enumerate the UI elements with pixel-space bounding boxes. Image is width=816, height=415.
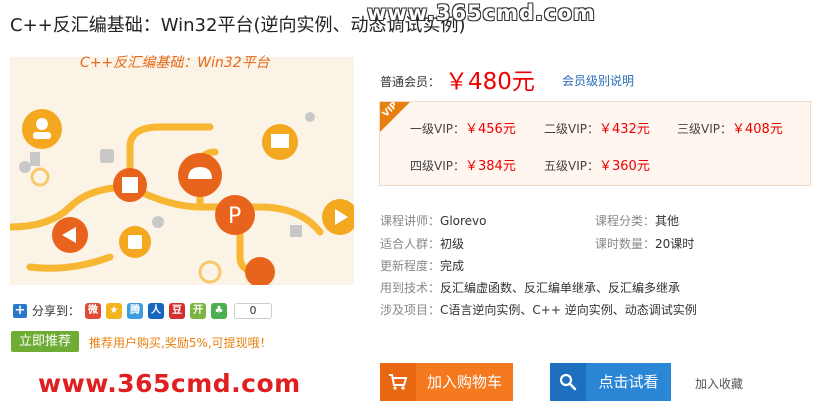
weibo-icon[interactable]: 微	[85, 302, 102, 319]
svg-text:P: P	[228, 204, 241, 229]
watermark-top: www.365cmd.com	[367, 1, 596, 25]
cover-caption: C++反汇编基础：Win32平台	[80, 55, 270, 71]
info-label: 适合人群：	[380, 237, 441, 251]
vip-level-price: ￥432元	[599, 122, 650, 137]
info-label: 用到技术：	[380, 281, 441, 295]
info-tech: 用到技术：反汇编虚函数、反汇编单继承、反汇编多继承	[380, 279, 680, 296]
cart-icon	[380, 363, 416, 401]
info-progress: 更新程度：完成	[380, 257, 464, 274]
share-bar: + 分享到： 微 ★ 腾 人 豆 开 ♣ 0	[13, 302, 273, 319]
vip-level-2: 二级VIP：￥432元	[544, 118, 650, 137]
info-label: 课程讲师：	[380, 214, 441, 228]
course-cover-image[interactable]: P	[10, 57, 354, 285]
vip-level-3: 三级VIP：￥408元	[677, 118, 783, 137]
plus-icon[interactable]: +	[13, 303, 27, 318]
recommend-button[interactable]: 立即推荐	[11, 331, 79, 352]
info-value: Glorevo	[440, 214, 487, 228]
price-label: 普通会员：	[380, 75, 441, 89]
vip-level-price: ￥456元	[465, 122, 516, 137]
recommend-promo-text: 推荐用户购买,奖励5%,可提现哦！	[89, 336, 272, 350]
qzone-icon[interactable]: ★	[106, 302, 123, 319]
vip-level-5: 五级VIP：￥360元	[544, 155, 650, 174]
info-category: 课程分类：其他	[595, 212, 679, 229]
info-label: 课程分类：	[595, 214, 656, 228]
search-icon	[550, 363, 586, 401]
douban-icon[interactable]: 豆	[169, 302, 186, 319]
vip-price-box: VIP 一级VIP：￥456元 二级VIP：￥432元 三级VIP：￥408元 …	[379, 100, 811, 186]
info-value: 反汇编虚函数、反汇编单继承、反汇编多继承	[440, 281, 681, 295]
info-value: C语言逆向实例、C++ 逆向实例、动态调试实例	[440, 303, 697, 317]
vip-level-price: ￥360元	[599, 159, 650, 174]
info-label: 课时数量：	[595, 237, 656, 251]
renren-icon[interactable]: 人	[148, 302, 165, 319]
vip-level-price: ￥384元	[465, 159, 516, 174]
trial-label: 点击试看	[598, 373, 659, 391]
vip-level-4: 四级VIP：￥384元	[410, 155, 516, 174]
share-count: 0	[234, 302, 273, 319]
add-to-cart-label: 加入购物车	[426, 373, 502, 391]
info-lecturer: 课程讲师：Glorevo	[380, 212, 487, 229]
info-audience: 适合人群：初级	[380, 235, 464, 252]
vip-level-label: 五级VIP：	[544, 159, 599, 173]
info-project: 涉及项目：C语言逆向实例、C++ 逆向实例、动态调试实例	[380, 301, 697, 318]
info-lessons: 课时数量：20课时	[595, 235, 694, 252]
member-level-link[interactable]: 会员级别说明	[562, 72, 634, 89]
vip-level-label: 四级VIP：	[410, 159, 465, 173]
site-watermark: www.365cmd.com	[38, 369, 301, 398]
vip-level-label: 一级VIP：	[410, 122, 465, 136]
share-label: 分享到：	[32, 304, 81, 318]
price-value: ￥480元	[445, 69, 535, 95]
vip-level-label: 三级VIP：	[677, 122, 732, 136]
add-to-cart-button[interactable]: 加入购物车	[380, 363, 513, 401]
add-favorite-link[interactable]: 加入收藏	[695, 375, 743, 392]
vip-level-1: 一级VIP：￥456元	[410, 118, 516, 137]
info-value: 初级	[440, 237, 465, 251]
trial-button[interactable]: 点击试看	[550, 363, 671, 401]
vip-level-price: ￥408元	[732, 122, 783, 137]
pengyou-icon[interactable]: ♣	[211, 302, 228, 319]
vip-level-label: 二级VIP：	[544, 122, 599, 136]
kaixin-icon[interactable]: 开	[190, 302, 207, 319]
info-label: 更新程度：	[380, 259, 441, 273]
cover-illustration: P	[10, 57, 354, 285]
info-value: 完成	[440, 259, 465, 273]
info-value: 20课时	[655, 237, 695, 251]
qq-weibo-icon[interactable]: 腾	[127, 302, 144, 319]
info-label: 涉及项目：	[380, 303, 441, 317]
info-value: 其他	[655, 214, 680, 228]
